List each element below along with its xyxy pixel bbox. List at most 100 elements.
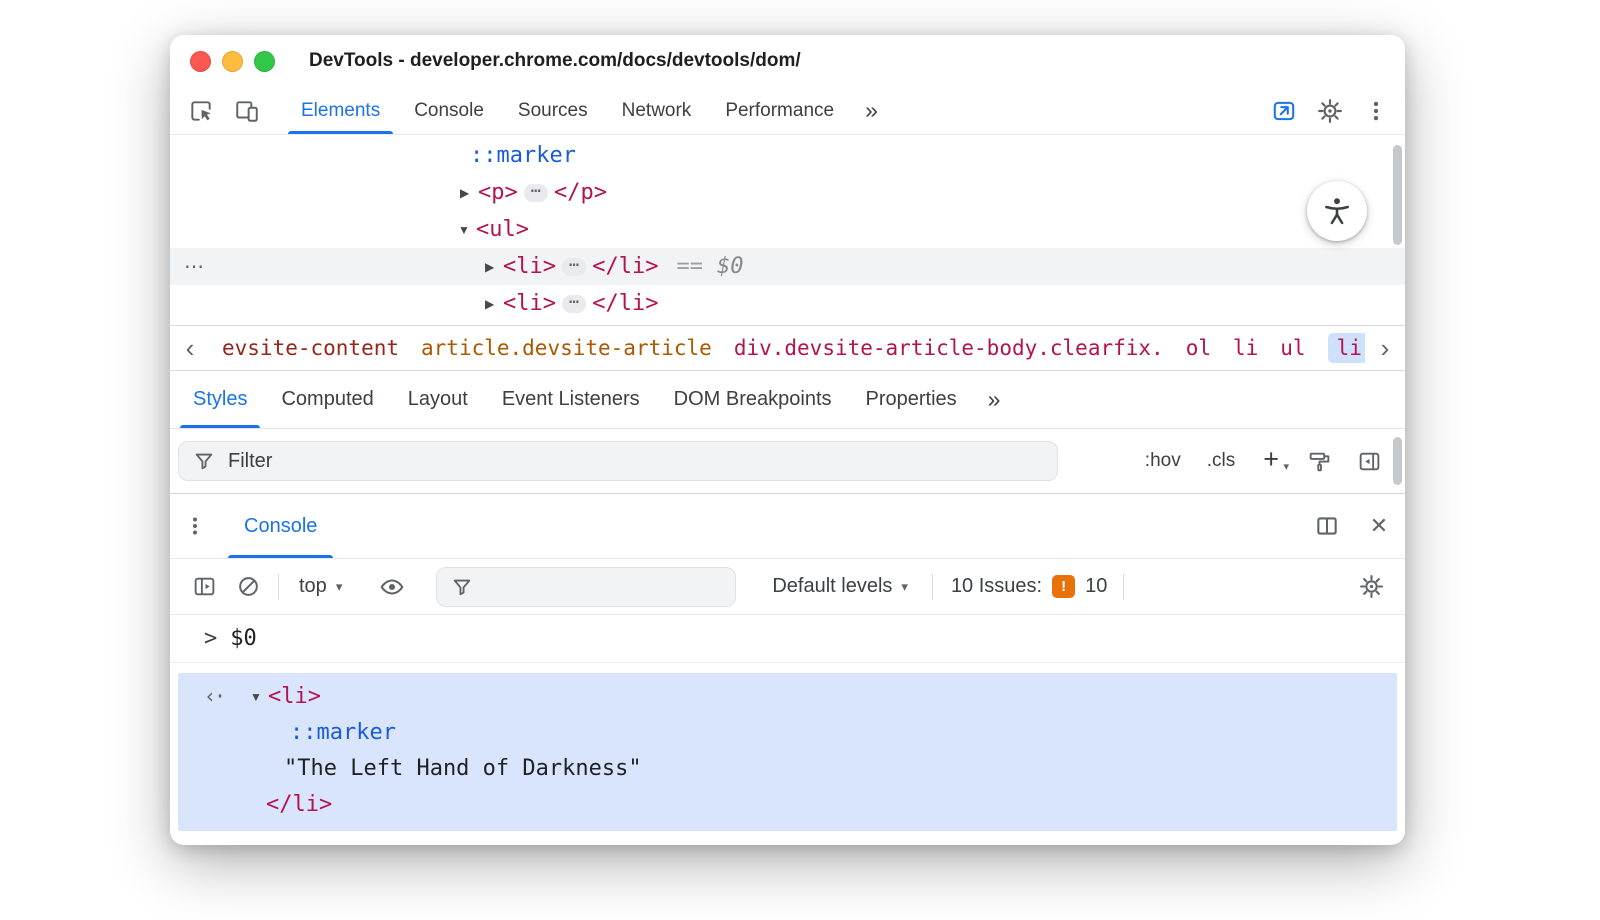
- inline-expand-button[interactable]: ⋯: [561, 256, 587, 276]
- breadcrumb-item[interactable]: ul: [1280, 336, 1305, 360]
- filter-funnel-icon: [195, 453, 213, 470]
- vertical-scrollbar-thumb[interactable]: [1393, 437, 1402, 485]
- console-sidebar-icon: [194, 577, 214, 596]
- collapse-arrow-icon[interactable]: ▼: [458, 223, 476, 237]
- console-result-marker-icon: ‹·: [204, 684, 226, 708]
- tree-line-li[interactable]: ▶ <li> ⋯ </li>: [170, 285, 1405, 322]
- devtools-window: DevTools - developer.chrome.com/docs/dev…: [170, 35, 1405, 845]
- breadcrumb-scroll-right-button[interactable]: ›: [1365, 326, 1405, 370]
- settings-button[interactable]: [1307, 87, 1353, 134]
- vertical-scrollbar-thumb[interactable]: [1393, 145, 1402, 245]
- tab-styles[interactable]: Styles: [176, 371, 264, 428]
- javascript-context-dropdown[interactable]: top ▾: [287, 575, 354, 598]
- maximize-window-button[interactable]: [254, 50, 275, 72]
- drawer-tab-console[interactable]: Console: [224, 494, 337, 558]
- rendering-emulation-button[interactable]: [1297, 441, 1341, 481]
- breadcrumb-item[interactable]: ol: [1186, 336, 1211, 360]
- toggle-computed-sidebar-button[interactable]: [1347, 441, 1391, 481]
- dock-side-button[interactable]: [1301, 494, 1353, 558]
- caret-down-icon: ▾: [901, 578, 908, 594]
- text-node-value: "The Left Hand of Darkness": [284, 756, 642, 781]
- breadcrumb-item[interactable]: article.devsite-article: [421, 336, 712, 360]
- kebab-menu-icon: [1373, 101, 1379, 120]
- paint-roller-icon: [1309, 452, 1329, 471]
- row-actions-button[interactable]: ⋯: [184, 248, 205, 285]
- breadcrumb-item-selected[interactable]: li: [1327, 333, 1365, 363]
- tree-line-p[interactable]: ▶ <p> ⋯ </p>: [170, 174, 1405, 211]
- console-command-row[interactable]: > $0: [170, 615, 1405, 663]
- create-live-expression-button[interactable]: [370, 567, 414, 607]
- more-sidebar-tabs-button[interactable]: »: [974, 371, 1015, 428]
- accessibility-overlay-button[interactable]: [1307, 181, 1367, 241]
- styles-filter-input[interactable]: Filter: [178, 441, 1058, 481]
- more-tabs-button[interactable]: »: [851, 87, 892, 134]
- tab-network-label: Network: [621, 99, 692, 121]
- caret-down-icon: ▾: [335, 578, 343, 594]
- minimize-window-button[interactable]: [222, 50, 243, 72]
- new-style-rule-button[interactable]: + ▾: [1251, 444, 1291, 479]
- show-console-sidebar-button[interactable]: [182, 567, 226, 607]
- tab-layout[interactable]: Layout: [391, 371, 485, 428]
- result-line-li-close[interactable]: </li>: [178, 787, 1397, 823]
- breadcrumb-scroll-left-button[interactable]: ‹: [170, 326, 210, 370]
- inline-expand-button[interactable]: ⋯: [523, 182, 548, 202]
- breadcrumb-item[interactable]: evsite-content: [222, 336, 399, 360]
- expand-arrow-icon[interactable]: ▶: [485, 260, 503, 274]
- tab-computed-label: Computed: [281, 388, 374, 410]
- tab-sources[interactable]: Sources: [501, 87, 605, 134]
- breadcrumb-bar: ‹ evsite-content article.devsite-article…: [170, 325, 1405, 371]
- toggle-screencast-button[interactable]: [1261, 87, 1307, 134]
- panel-tab-strip: Elements Console Sources Network Perform…: [284, 87, 892, 134]
- toggle-device-toolbar-button[interactable]: [224, 87, 270, 134]
- collapse-arrow-icon[interactable]: ▼: [250, 679, 268, 715]
- screencast-icon: [1273, 101, 1295, 120]
- gear-icon: [1359, 575, 1383, 598]
- tab-event-listeners-label: Event Listeners: [501, 388, 640, 410]
- breadcrumb-item[interactable]: li: [1233, 336, 1258, 360]
- tab-elements[interactable]: Elements: [284, 87, 397, 134]
- issues-counter-button[interactable]: 10 Issues: ! 10: [945, 575, 1113, 598]
- console-result-selected[interactable]: ‹· ▼ <li> ::marker "The Left Hand of Dar…: [178, 673, 1397, 831]
- tab-computed[interactable]: Computed: [264, 371, 390, 428]
- filter-funnel-icon: [454, 579, 471, 595]
- element-classes-button[interactable]: .cls: [1197, 444, 1246, 478]
- expand-arrow-icon[interactable]: ▶: [485, 297, 503, 311]
- tree-line-li-selected[interactable]: ⋯ ▶ <li> ⋯ </li> == $0: [170, 248, 1405, 285]
- tree-line-ul[interactable]: ▼ <ul>: [170, 211, 1405, 248]
- tab-properties[interactable]: Properties: [849, 371, 974, 428]
- breadcrumb-item[interactable]: div.devsite-article-body.clearfix.: [734, 336, 1164, 360]
- result-line-marker[interactable]: ::marker: [178, 715, 1397, 751]
- tree-line-marker[interactable]: ::marker: [170, 137, 1405, 174]
- accessibility-person-icon: [1325, 198, 1349, 225]
- tab-dom-breakpoints-label: DOM Breakpoints: [673, 388, 832, 410]
- toolbar-divider: [931, 573, 933, 600]
- expand-arrow-icon[interactable]: ▶: [460, 186, 478, 200]
- drawer-menu-button[interactable]: [170, 494, 220, 558]
- toggle-element-state-button[interactable]: :hov: [1135, 444, 1191, 478]
- devtools-menu-button[interactable]: [1353, 87, 1399, 134]
- tab-performance[interactable]: Performance: [708, 87, 851, 134]
- close-window-button[interactable]: [190, 50, 211, 72]
- inline-expand-button[interactable]: ⋯: [561, 293, 587, 313]
- log-levels-dropdown[interactable]: Default levels ▾: [760, 575, 920, 598]
- result-line-li-open[interactable]: ▼ <li>: [178, 679, 1397, 715]
- console-filter-input[interactable]: [436, 566, 737, 607]
- console-settings-button[interactable]: [1349, 567, 1393, 607]
- clear-console-button[interactable]: [226, 567, 270, 607]
- inspect-element-button[interactable]: [178, 87, 224, 134]
- close-drawer-button[interactable]: ✕: [1353, 494, 1405, 558]
- tab-dom-breakpoints[interactable]: DOM Breakpoints: [657, 371, 849, 428]
- kebab-menu-icon: [193, 517, 197, 535]
- result-line-text[interactable]: "The Left Hand of Darkness": [178, 751, 1397, 787]
- tab-console[interactable]: Console: [397, 87, 501, 134]
- tab-event-listeners[interactable]: Event Listeners: [485, 371, 657, 428]
- tab-network[interactable]: Network: [605, 87, 709, 134]
- tab-layout-label: Layout: [407, 388, 468, 410]
- tab-properties-label: Properties: [865, 388, 957, 410]
- pseudo-element-marker[interactable]: ::marker: [470, 143, 576, 168]
- tag-open-li: <li>: [503, 291, 556, 316]
- traffic-lights: [190, 50, 275, 72]
- device-toolbar-icon: [236, 100, 258, 122]
- styles-filter-row: Filter :hov .cls + ▾: [170, 429, 1405, 493]
